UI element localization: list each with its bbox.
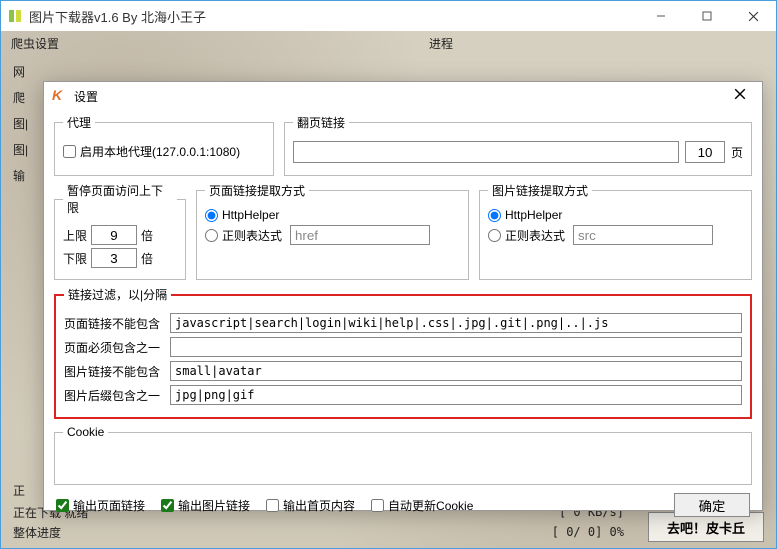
- output-img-links-label: 输出图片链接: [178, 497, 250, 514]
- nextpage-suffix: 页: [731, 144, 743, 161]
- filter-legend: 链接过滤，以|分隔: [64, 286, 171, 303]
- proxy-legend: 代理: [63, 114, 95, 131]
- filter-page-include-input[interactable]: [170, 337, 742, 357]
- left-label: 输: [13, 163, 28, 189]
- filter-img-suffix-label: 图片后缀包含之一: [64, 387, 164, 404]
- main-window: 图片下载器v1.6 By 北海小王子 爬虫设置 进程 网 爬 图| 图| 输 正…: [0, 0, 777, 549]
- dialog-icon: K: [52, 88, 68, 104]
- auto-update-cookie-checkbox[interactable]: [371, 499, 384, 512]
- maximize-button[interactable]: [684, 1, 730, 31]
- close-button[interactable]: [730, 1, 776, 31]
- left-label: 爬: [13, 85, 28, 111]
- pause-up-label: 上限: [63, 227, 87, 244]
- output-page-links-checkbox[interactable]: [56, 499, 69, 512]
- proxy-enable-label: 启用本地代理(127.0.0.1:1080): [80, 143, 240, 160]
- left-label: 图|: [13, 111, 28, 137]
- img-extract-group: 图片链接提取方式 HttpHelper 正则表达式: [479, 182, 752, 280]
- page-extract-r2-label: 正则表达式: [222, 227, 282, 244]
- minimize-button[interactable]: [638, 1, 684, 31]
- proxy-group: 代理 启用本地代理(127.0.0.1:1080): [54, 114, 274, 176]
- filter-img-suffix-input[interactable]: [170, 385, 742, 405]
- page-extract-r1-label: HttpHelper: [222, 208, 279, 222]
- pause-group: 暂停页面访问上下限 上限 倍 下限 倍: [54, 182, 186, 280]
- nextpage-count-input[interactable]: [685, 141, 725, 163]
- proxy-enable-checkbox[interactable]: [63, 145, 76, 158]
- img-extract-regex-input[interactable]: [573, 225, 713, 245]
- main-title: 图片下载器v1.6 By 北海小王子: [29, 7, 206, 26]
- output-img-links-checkbox[interactable]: [161, 499, 174, 512]
- pause-legend: 暂停页面访问上下限: [63, 182, 177, 216]
- nextpage-url-input[interactable]: [293, 141, 679, 163]
- nextpage-legend: 翻页链接: [293, 114, 349, 131]
- filter-img-exclude-input[interactable]: [170, 361, 742, 381]
- ok-button[interactable]: 确定: [674, 493, 750, 517]
- left-label: 网: [13, 59, 28, 85]
- main-body: 爬虫设置 进程 网 爬 图| 图| 输 正 正在下载 就绪 [ 0 KB/s] …: [1, 31, 776, 548]
- cookie-group: Cookie: [54, 425, 752, 485]
- page-extract-regex-input[interactable]: [290, 225, 430, 245]
- pause-down-label: 下限: [63, 250, 87, 267]
- menu-crawler-settings[interactable]: 爬虫设置: [11, 35, 59, 52]
- status-progress-value: [ 0/ 0] 0%: [552, 525, 624, 539]
- img-extract-httphelper-radio[interactable]: [488, 209, 501, 222]
- page-extract-httphelper-radio[interactable]: [205, 209, 218, 222]
- dialog-close-button[interactable]: [726, 87, 754, 105]
- filter-page-exclude-input[interactable]: [170, 313, 742, 333]
- page-extract-legend: 页面链接提取方式: [205, 182, 309, 199]
- output-homepage-label: 输出首页内容: [283, 497, 355, 514]
- pause-up-input[interactable]: [91, 225, 137, 245]
- menu-process[interactable]: 进程: [429, 35, 453, 52]
- pause-up-suffix: 倍: [141, 227, 153, 244]
- img-extract-regex-radio[interactable]: [488, 229, 501, 242]
- app-icon: [7, 8, 23, 24]
- filter-page-include-label: 页面必须包含之一: [64, 339, 164, 356]
- page-extract-regex-radio[interactable]: [205, 229, 218, 242]
- dialog-titlebar: K 设置: [44, 82, 762, 110]
- dialog-bottom-bar: 输出页面链接 输出图片链接 输出首页内容 自动更新Cookie 确定: [54, 485, 752, 519]
- output-homepage-checkbox[interactable]: [266, 499, 279, 512]
- main-titlebar: 图片下载器v1.6 By 北海小王子: [1, 1, 776, 31]
- dialog-title: 设置: [74, 88, 98, 105]
- page-extract-group: 页面链接提取方式 HttpHelper 正则表达式: [196, 182, 469, 280]
- main-left-labels: 网 爬 图| 图| 输: [13, 59, 28, 189]
- filter-img-exclude-label: 图片链接不能包含: [64, 363, 164, 380]
- pause-down-input[interactable]: [91, 248, 137, 268]
- menu-bar: 爬虫设置 进程: [1, 31, 776, 55]
- filter-group: 链接过滤，以|分隔 页面链接不能包含 页面必须包含之一 图片链接不能包含: [54, 286, 752, 419]
- pause-down-suffix: 倍: [141, 250, 153, 267]
- filter-page-exclude-label: 页面链接不能包含: [64, 315, 164, 332]
- left-label: 图|: [13, 137, 28, 163]
- img-extract-r2-label: 正则表达式: [505, 227, 565, 244]
- output-page-links-label: 输出页面链接: [73, 497, 145, 514]
- cookie-textarea[interactable]: [63, 445, 743, 473]
- img-extract-r1-label: HttpHelper: [505, 208, 562, 222]
- settings-dialog: K 设置 代理 启用本地代理(127.0.0.1:1080): [43, 81, 763, 511]
- cookie-legend: Cookie: [63, 425, 108, 439]
- nextpage-group: 翻页链接 页: [284, 114, 752, 176]
- auto-update-cookie-label: 自动更新Cookie: [388, 497, 473, 514]
- img-extract-legend: 图片链接提取方式: [488, 182, 592, 199]
